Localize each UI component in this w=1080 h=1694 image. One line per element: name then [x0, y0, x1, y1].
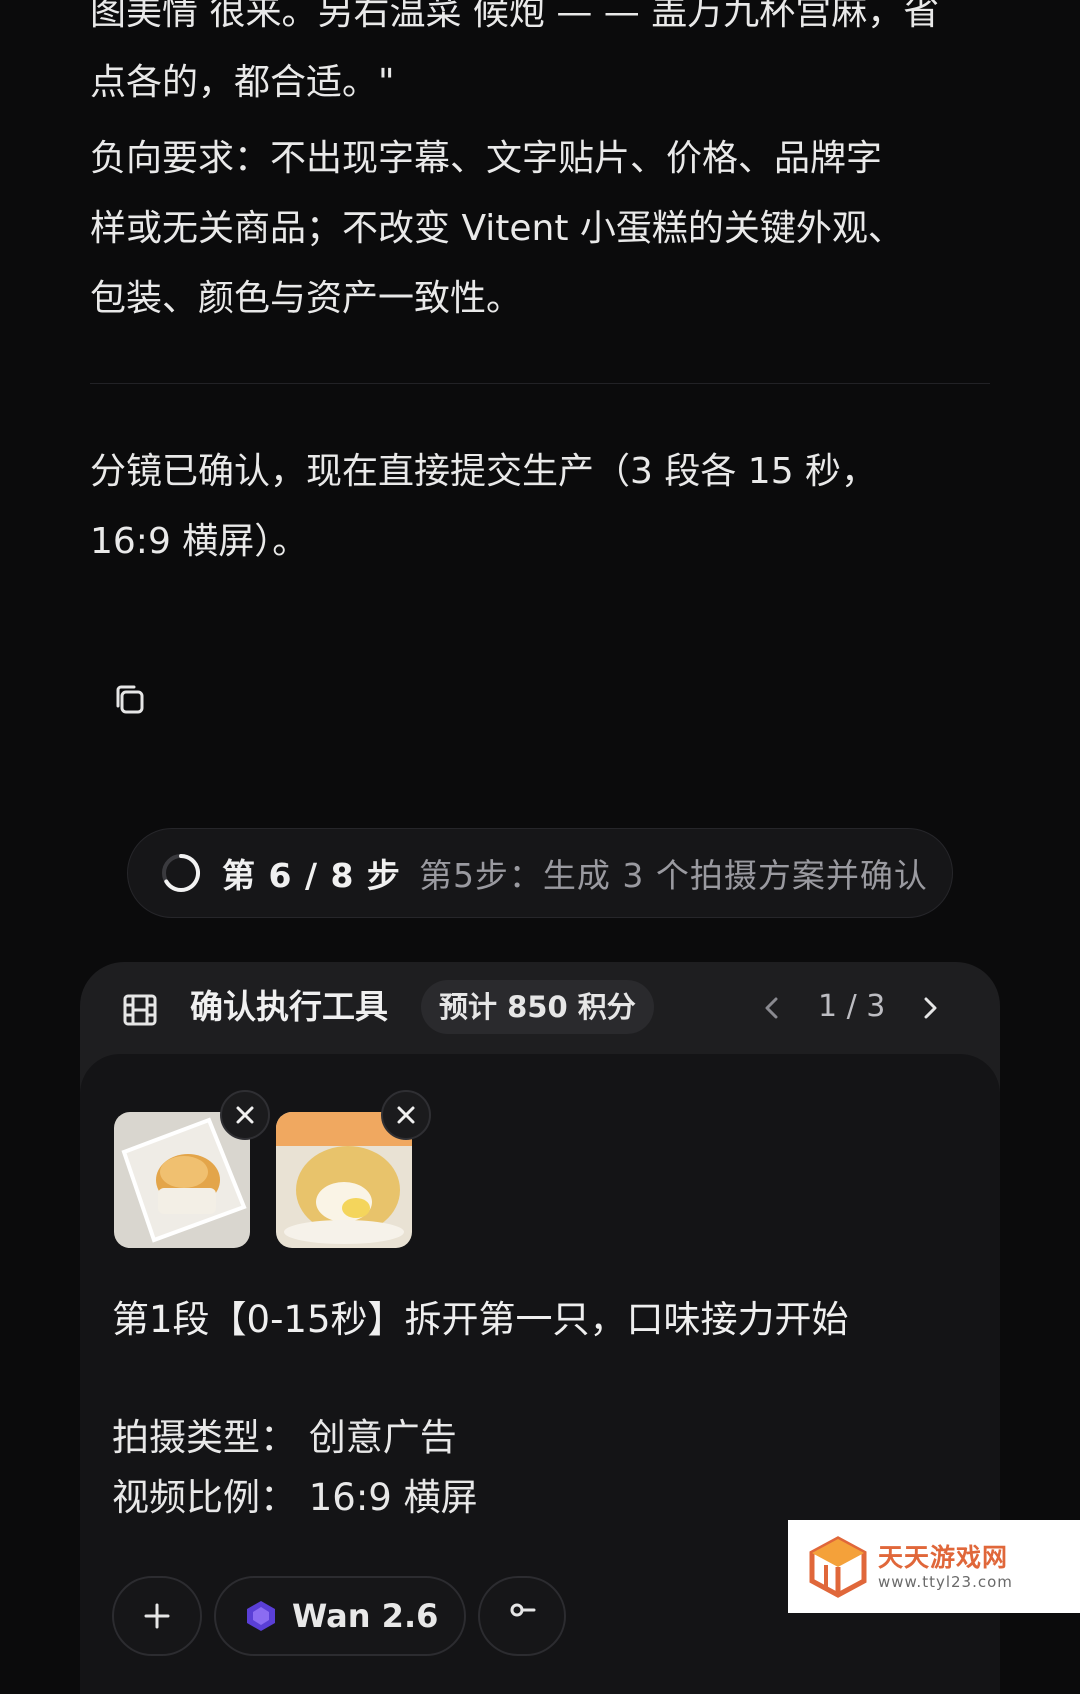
- chevron-right-icon: [924, 997, 937, 1019]
- model-label: Wan 2.6: [292, 1597, 439, 1635]
- close-icon: [397, 1106, 415, 1124]
- message-line: 点各的，都合适。": [90, 62, 395, 103]
- add-button[interactable]: [112, 1576, 202, 1656]
- divider: [90, 383, 990, 384]
- message-text-cutoff: 图美情 很来。另右温菜 候炮 — — 盖万九杯宫麻，省 点各的，都合适。": [90, 0, 990, 118]
- negative-requirements-text: 负向要求：不出现字幕、文字贴片、价格、品牌字 样或无关商品；不改变 Vitent…: [90, 124, 990, 334]
- message-line: 16:9 横屏）。: [90, 521, 309, 562]
- remove-image-1-button[interactable]: [220, 1090, 270, 1140]
- sliders-icon: [510, 1603, 536, 1617]
- confirmation-text: 分镜已确认，现在直接提交生产（3 段各 15 秒， 16:9 横屏）。: [90, 437, 990, 577]
- watermark-name: 天天游戏网: [878, 1542, 1009, 1572]
- step-description: 第5步：生成 3 个拍摄方案并确认: [418, 856, 928, 895]
- cost-badge: 预计 850 积分: [421, 980, 654, 1034]
- remove-image-2-button[interactable]: [381, 1090, 431, 1140]
- message-line: 样或无关商品；不改变 Vitent 小蛋糕的关键外观、: [90, 208, 904, 249]
- card-title: 确认执行工具: [190, 987, 388, 1026]
- model-logo-icon: [247, 1601, 275, 1631]
- aspect-ratio-text: 视频比例： 16:9 横屏: [112, 1476, 478, 1519]
- watermark: 天天游戏网 www.ttyl23.com: [788, 1520, 1080, 1613]
- pager-prev-button[interactable]: [752, 988, 792, 1028]
- pager-next-button[interactable]: [910, 988, 950, 1028]
- copy-icon: [116, 685, 144, 714]
- message-line: 包装、颜色与资产一致性。: [90, 278, 523, 319]
- loading-spinner-icon: [162, 854, 201, 892]
- plus-icon: [144, 1603, 170, 1629]
- message-line: 图美情 很来。另右温菜 候炮 — — 盖万九杯宫麻，省: [90, 0, 940, 33]
- settings-button[interactable]: [478, 1576, 566, 1656]
- segment-title: 第1段【0-15秒】拆开第一只，口味接力开始: [112, 1298, 849, 1341]
- card-header: 确认执行工具 预计 850 积分 1 / 3: [80, 962, 1000, 1054]
- film-icon: [123, 994, 157, 1026]
- shoot-type-text: 拍摄类型： 创意广告: [112, 1416, 457, 1459]
- watermark-logo-icon: [809, 1535, 867, 1598]
- message-line: 分镜已确认，现在直接提交生产（3 段各 15 秒，: [90, 451, 878, 492]
- pager-indicator: 1 / 3: [818, 989, 886, 1024]
- chevron-left-icon: [765, 997, 778, 1019]
- model-selector[interactable]: Wan 2.6: [214, 1576, 466, 1656]
- step-count: 第 6 / 8 步: [222, 856, 401, 895]
- step-progress-pill: 第 6 / 8 步 第5步：生成 3 个拍摄方案并确认: [127, 828, 953, 918]
- message-line: 负向要求：不出现字幕、文字贴片、价格、品牌字: [90, 138, 883, 179]
- watermark-url: www.ttyl23.com: [878, 1572, 1013, 1591]
- close-icon: [236, 1106, 254, 1124]
- copy-button[interactable]: [108, 678, 152, 722]
